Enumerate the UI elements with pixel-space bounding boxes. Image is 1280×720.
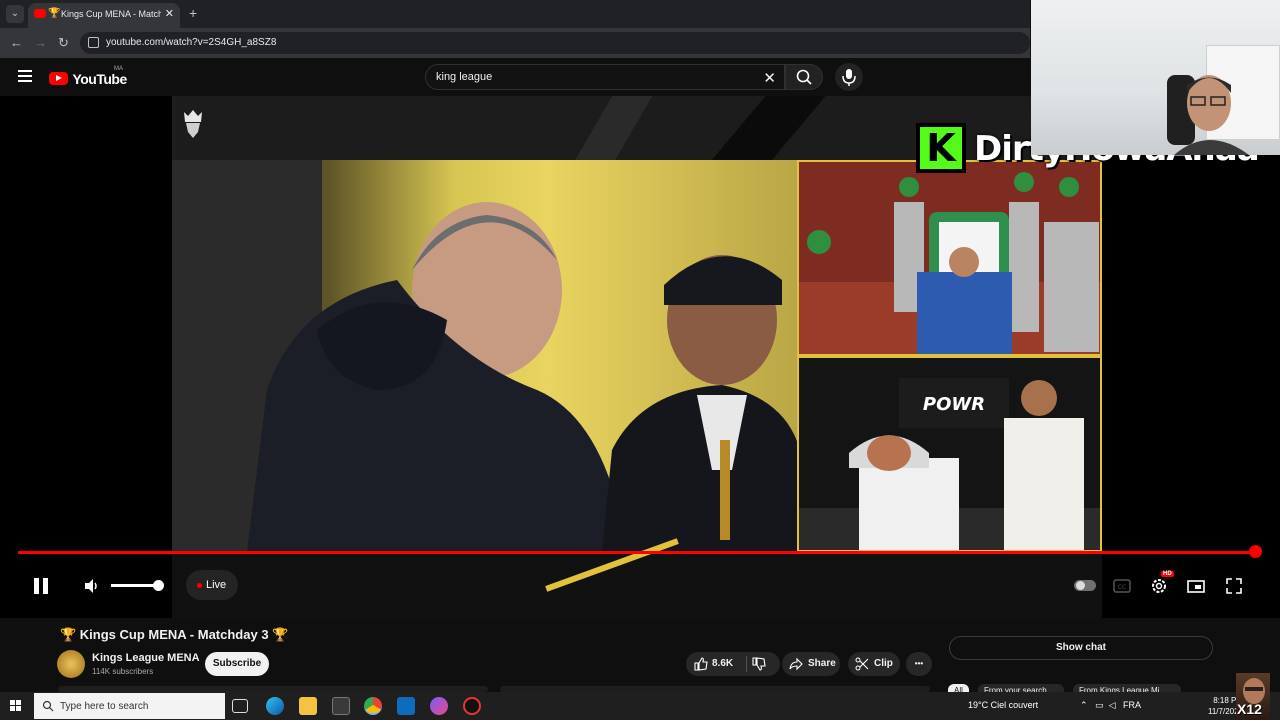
search-button[interactable]: [785, 64, 823, 90]
country-code: MA: [114, 66, 123, 72]
youtube-masthead: YouTube MA king league ✕: [0, 58, 1030, 96]
clear-search-icon[interactable]: ✕: [763, 69, 776, 87]
more-actions-button[interactable]: •••: [906, 652, 932, 676]
taskbar-search-box[interactable]: Type here to search: [34, 693, 225, 719]
share-button[interactable]: Share: [782, 652, 840, 676]
clip-label: Clip: [874, 658, 893, 669]
search-icon: [42, 700, 54, 712]
search-icon: [796, 69, 812, 85]
camera-feed-studio: POWR: [797, 356, 1102, 552]
taskbar-search-placeholder: Type here to search: [60, 701, 149, 712]
like-count[interactable]: 8.6K: [712, 658, 733, 669]
video-frame: POWR: [172, 96, 1102, 618]
progress-scrubber[interactable]: [1249, 545, 1262, 558]
corner-tag: X12: [1237, 701, 1262, 717]
tab-title: Kings Cup MENA - Matchday 3: [61, 9, 161, 19]
search-query[interactable]: king league: [436, 71, 492, 83]
system-tray: ⌃ ▭ ◁ FRA: [1080, 700, 1141, 711]
youtube-logo[interactable]: YouTube MA: [49, 66, 127, 88]
task-view-icon[interactable]: [232, 699, 248, 713]
voice-search-button[interactable]: [835, 63, 863, 91]
show-chat-button[interactable]: Show chat: [949, 636, 1213, 660]
volume-slider-handle[interactable]: [153, 580, 164, 591]
live-label: Live: [206, 579, 227, 591]
address-url[interactable]: youtube.com/watch?v=2S4GH_a8SZ8: [106, 37, 276, 48]
studio-sign: POWR: [923, 394, 985, 415]
speaker-icon[interactable]: ◁: [1109, 700, 1116, 710]
app-record-icon[interactable]: [463, 697, 481, 715]
youtube-wordmark: YouTube: [72, 70, 127, 87]
browser-tab-active[interactable]: 🏆 Kings Cup MENA - Matchday 3 ✕: [28, 3, 180, 28]
thumbs-down-icon[interactable]: [752, 657, 766, 671]
hd-badge: HD: [1161, 571, 1174, 577]
person-silhouette: [602, 255, 797, 552]
chevron-up-icon[interactable]: ⌃: [1080, 700, 1088, 710]
like-dislike-group: 8.6K: [686, 652, 780, 676]
webcam-overlay: [1031, 0, 1280, 155]
corner-webcam-overlay: X12: [1236, 673, 1270, 720]
address-bar[interactable]: youtube.com/watch?v=2S4GH_a8SZ8: [80, 32, 1030, 54]
hamburger-menu-icon[interactable]: [18, 70, 32, 82]
forward-arrow-icon[interactable]: →: [34, 35, 47, 50]
volume-slider[interactable]: [111, 584, 158, 587]
group-photo: [799, 162, 1100, 354]
kings-league-logo-icon: [184, 110, 202, 138]
file-explorer-icon[interactable]: [299, 697, 317, 715]
weather-widget[interactable]: 19°C Ciel couvert: [968, 700, 1038, 710]
video-player[interactable]: POWR K DirtyHowaAnaa: [0, 96, 1280, 618]
youtube-play-icon: [49, 72, 68, 86]
thumbs-up-icon[interactable]: [694, 657, 708, 671]
edge-icon[interactable]: [266, 697, 284, 715]
studio-photo: POWR: [799, 358, 1100, 550]
microphone-icon: [842, 69, 856, 86]
live-indicator-button[interactable]: Live: [186, 570, 238, 600]
search-input[interactable]: king league ✕: [425, 64, 785, 90]
browser-toolbar: ← → ↻ youtube.com/watch?v=2S4GH_a8SZ8: [0, 28, 1030, 58]
subscriber-count: 114K subscribers: [92, 667, 154, 676]
camera-feed-group: [797, 160, 1102, 356]
share-icon: [789, 657, 803, 671]
streamer-webcam-figure: [1167, 75, 1249, 155]
main-camera-feed: [172, 160, 797, 552]
pause-icon: [34, 578, 39, 594]
windows-start-icon[interactable]: [10, 700, 22, 712]
clip-button[interactable]: Clip: [848, 652, 900, 676]
tab-list-button[interactable]: ⌄: [6, 5, 24, 23]
video-title: 🏆 Kings Cup MENA - Matchday 3 🏆: [60, 627, 289, 642]
person-silhouette: [247, 202, 627, 552]
settings-gear-icon[interactable]: [1149, 576, 1169, 596]
back-arrow-icon[interactable]: ←: [10, 35, 23, 50]
pause-button[interactable]: [31, 576, 51, 596]
channel-avatar[interactable]: [57, 650, 85, 678]
autoplay-toggle[interactable]: [1074, 580, 1096, 591]
channel-name[interactable]: Kings League MENA: [92, 652, 200, 664]
youtube-favicon-icon: [34, 9, 46, 18]
kick-logo-icon: K: [916, 123, 966, 173]
outlook-icon[interactable]: [397, 697, 415, 715]
progress-bar[interactable]: [18, 551, 1256, 554]
site-info-icon[interactable]: [88, 37, 99, 48]
volume-icon[interactable]: [82, 576, 102, 596]
share-label: Share: [808, 658, 836, 669]
new-tab-button[interactable]: +: [189, 5, 197, 21]
messenger-icon[interactable]: [430, 697, 448, 715]
broadcast-lower-band: [172, 538, 1102, 618]
network-icon[interactable]: ▭: [1095, 700, 1104, 710]
tab-close-icon[interactable]: ✕: [165, 7, 174, 20]
browser-tab-bar: ⌄ 🏆 Kings Cup MENA - Matchday 3 ✕ +: [0, 0, 1030, 28]
fullscreen-icon[interactable]: [1224, 576, 1244, 596]
captions-icon[interactable]: CC: [1112, 576, 1132, 596]
language-indicator[interactable]: FRA: [1123, 700, 1141, 710]
divider: [746, 656, 747, 672]
store-icon[interactable]: [332, 697, 350, 715]
trophy-icon: 🏆: [48, 8, 61, 19]
subscribe-button[interactable]: Subscribe: [205, 652, 269, 676]
chrome-icon[interactable]: [364, 697, 382, 715]
live-dot-icon: [197, 583, 202, 588]
theater-mode-icon[interactable]: [1186, 576, 1206, 596]
reload-icon[interactable]: ↻: [58, 35, 69, 51]
scissors-icon: [855, 657, 869, 671]
svg-text:CC: CC: [1118, 584, 1126, 591]
